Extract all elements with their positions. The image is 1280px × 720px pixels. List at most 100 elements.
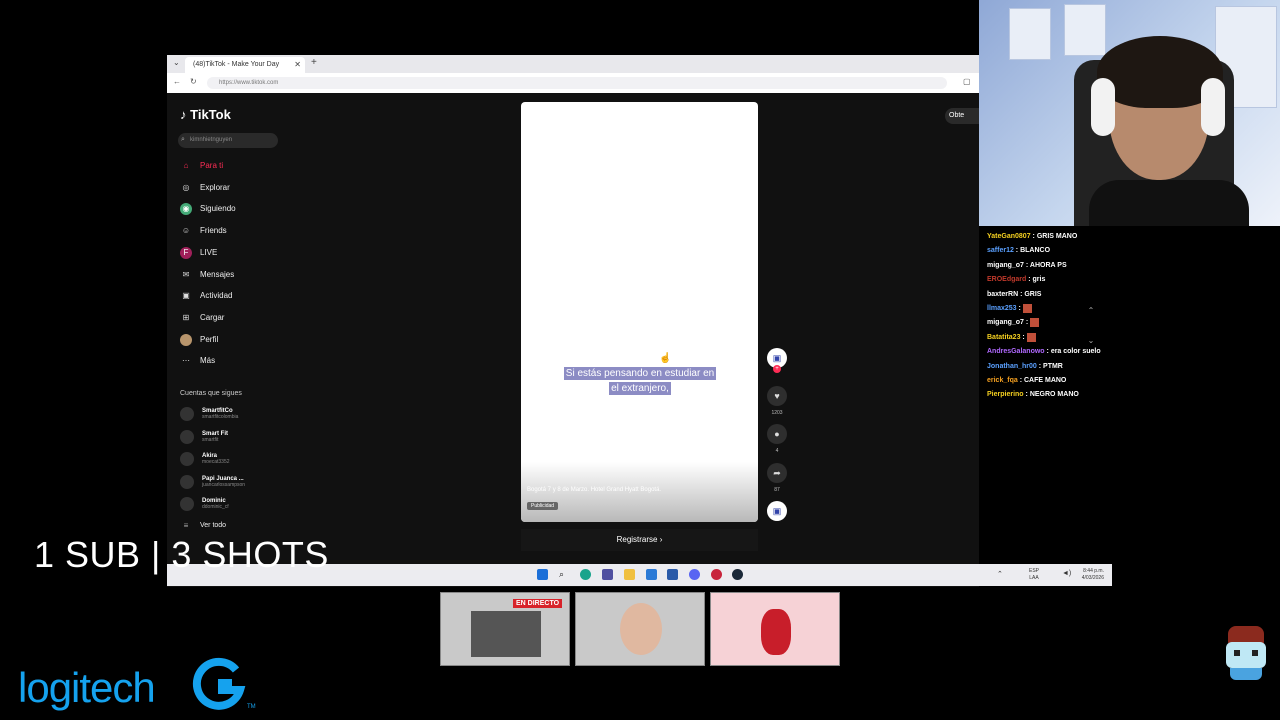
- reload-icon[interactable]: ↻: [190, 77, 197, 86]
- avatar: [180, 429, 194, 444]
- streamer-shirt: [1089, 180, 1249, 226]
- close-tab-icon[interactable]: ✕: [294, 57, 301, 73]
- followed-account[interactable]: SmartfitCo smartfitcolombia: [180, 407, 238, 421]
- sidebar-item-label: Mensajes: [200, 269, 235, 279]
- tiktok-app: ♪ TikTok kimnhietnguyen ⌕ ⌂ Para ti ◎ Explo…: [167, 93, 979, 587]
- chat-text: PTMR: [1043, 362, 1063, 370]
- sidebar-item-m-s[interactable]: ⋯ Más: [180, 354, 215, 368]
- chat-username: Jonathan_hr00: [987, 362, 1037, 370]
- messages-icon: ✉: [182, 269, 190, 279]
- avatar: [180, 407, 194, 421]
- chevron-right-icon: ›: [659, 535, 663, 544]
- follow-plus-icon[interactable]: +: [773, 365, 781, 373]
- sidebar-item-siguiendo[interactable]: ◉ Siguiendo: [180, 202, 236, 216]
- profile-icon: ●: [180, 333, 192, 346]
- search-icon[interactable]: ⌕: [559, 569, 570, 580]
- share-button[interactable]: ➦: [767, 463, 787, 483]
- logitech-g-icon: [192, 657, 246, 710]
- chat-username: Batatita23: [987, 333, 1021, 341]
- emote-icon: [1026, 332, 1036, 342]
- store-icon[interactable]: [602, 569, 613, 580]
- trademark: TM: [247, 704, 256, 710]
- account-handle: smartfitcolombia: [202, 414, 239, 420]
- comment-count: 4: [775, 448, 779, 454]
- get-app-button[interactable]: Obte: [945, 108, 979, 124]
- sidebar-item-label: Perfil: [200, 334, 219, 344]
- chat-text: NEGRO MANO: [1029, 391, 1079, 399]
- windows-start-icon[interactable]: [537, 569, 548, 580]
- account-handle: ddominic_cf: [202, 504, 229, 510]
- chevron-down-icon[interactable]: ⌄: [1085, 336, 1097, 345]
- sidebar-item-live[interactable]: F LIVE: [180, 246, 217, 260]
- sidebar-item-friends[interactable]: ☺ Friends: [180, 224, 227, 238]
- thumbnail-girl: [710, 592, 840, 666]
- chat-username: llmax253: [987, 305, 1017, 313]
- sidebar-item-label: Más: [200, 356, 216, 366]
- chat-message: Batatita23 :: [987, 331, 1117, 345]
- chat-message: baxterRN : GRIS: [987, 288, 1117, 302]
- compass-icon: ◎: [182, 182, 190, 192]
- back-icon[interactable]: ←: [173, 77, 181, 86]
- steam-icon[interactable]: [732, 569, 743, 580]
- app-icon-3[interactable]: [711, 569, 722, 580]
- tab-list-chevron-icon[interactable]: ⌄: [173, 58, 180, 67]
- headset-left: [1091, 78, 1115, 136]
- ad-badge: Publicidad: [527, 502, 559, 510]
- language-indicator[interactable]: ESP LAA: [1029, 568, 1039, 582]
- volume-icon[interactable]: ◄): [1062, 570, 1071, 577]
- chat-text: gris: [1032, 276, 1046, 284]
- sidebar-item-perfil[interactable]: ● Perfil: [180, 333, 218, 347]
- video-description: Bogotá 7 y 8 de Marzo. Hotel Grand Hyatt…: [527, 487, 662, 493]
- like-button[interactable]: ♥: [767, 386, 787, 406]
- sidebar-item-para-ti[interactable]: ⌂ Para ti: [180, 159, 224, 173]
- sound-disc-icon[interactable]: ▣: [767, 501, 787, 521]
- tiktok-logo[interactable]: ♪ TikTok: [180, 107, 231, 122]
- chat-message: Jonathan_hr00 : PTMR: [987, 360, 1117, 374]
- video-player[interactable]: Si estás pensando en estudiar en el extr…: [521, 102, 758, 522]
- chat-username: Pierpierino: [987, 391, 1024, 399]
- discord-icon[interactable]: [689, 569, 700, 580]
- upload-icon: ⊞: [182, 312, 190, 322]
- chevron-up-icon[interactable]: ⌃: [1085, 306, 1097, 315]
- see-all-link[interactable]: ≡ Ver todo: [180, 519, 226, 533]
- url-field[interactable]: https://www.tiktok.com: [207, 77, 947, 89]
- sidebar-item-explorar[interactable]: ◎ Explorar: [180, 181, 230, 195]
- lang-line-2: LAA: [1029, 575, 1039, 581]
- thumbnail-live: EN DIRECTO: [440, 592, 570, 666]
- followed-account[interactable]: Smart Fit smartfit: [180, 429, 228, 444]
- chat-username: erick_fqa: [987, 377, 1018, 385]
- chat-username: migang_o7: [987, 261, 1024, 269]
- search-input[interactable]: kimnhietnguyen: [178, 133, 278, 148]
- mascot-icon: [1222, 626, 1270, 682]
- register-button[interactable]: Registrarse ›: [521, 529, 758, 551]
- followed-account[interactable]: Akira moecat3352: [180, 452, 230, 466]
- chat-username: YateGan0807: [987, 233, 1031, 240]
- chat-text: AHORA PS: [1029, 261, 1067, 269]
- tab-tiktok[interactable]: (48)TikTok - Make Your Day ✕: [185, 57, 305, 73]
- emote-icon: [1022, 303, 1032, 313]
- edge-icon[interactable]: [580, 569, 591, 580]
- sidebar-item-mensajes[interactable]: ✉ Mensajes: [180, 268, 235, 282]
- chat-username: AndresGalanowo: [987, 348, 1045, 356]
- extensions-icon[interactable]: ▢: [963, 77, 971, 86]
- clock[interactable]: 8:44 p.m. 4/03/2026: [1082, 568, 1104, 582]
- new-tab-icon[interactable]: +: [311, 57, 317, 68]
- followed-account[interactable]: Dominic ddominic_cf: [180, 497, 229, 511]
- folder-icon[interactable]: [624, 569, 635, 580]
- sidebar-item-cargar[interactable]: ⊞ Cargar: [180, 311, 225, 325]
- tray-chevron-icon[interactable]: ⌃: [997, 570, 1003, 578]
- account-handle: moecat3352: [202, 459, 230, 465]
- comment-button[interactable]: ●: [767, 424, 787, 444]
- chat-message: erick_fqa : CAFE MANO: [987, 374, 1117, 388]
- caption-line-1: Si estás pensando en estudiar en: [563, 367, 717, 380]
- sidebar-item-label: LIVE: [200, 247, 218, 257]
- logitech-logo: logitech: [18, 664, 156, 711]
- sub-shots-text: 1 SUB | 3 SHOTS: [34, 534, 329, 575]
- followed-account[interactable]: Papi Juanca ... juancarlossampson: [180, 474, 245, 489]
- sidebar-item-actividad[interactable]: ▣ Actividad: [180, 289, 232, 303]
- app-icon-2[interactable]: [667, 569, 678, 580]
- address-bar-row: ← ↻ https://www.tiktok.com ▢: [167, 73, 979, 94]
- app-icon[interactable]: [646, 569, 657, 580]
- chat-text: BLANCO: [1020, 247, 1051, 255]
- thumb-face: [620, 603, 662, 655]
